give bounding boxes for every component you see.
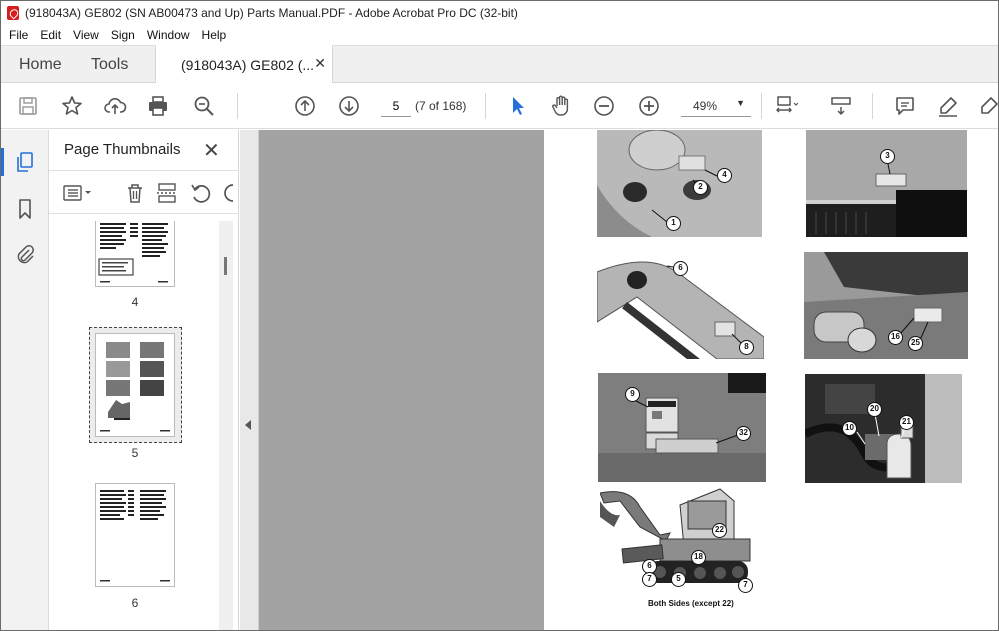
photo-decals: 9 32	[598, 373, 766, 482]
scrollbar-thumb[interactable]	[224, 257, 227, 275]
hand-tool-icon[interactable]	[548, 93, 574, 119]
callout-7-right: 7	[738, 578, 753, 593]
highlight-pen-icon[interactable]	[935, 93, 961, 119]
panel-title: Page Thumbnails	[64, 141, 181, 158]
upload-cloud-icon[interactable]	[102, 93, 128, 119]
thumbnail-label: 6	[131, 596, 139, 610]
thumbnails-panel: Page Thumbnails ✕ 4 5 6	[49, 130, 239, 630]
thumbnail-toolbar	[49, 170, 239, 214]
menu-file[interactable]: File	[3, 28, 34, 42]
toolbar: (7 of 168) 49% ▼	[1, 83, 998, 129]
panel-collapse-strip[interactable]	[240, 130, 259, 630]
toolbar-divider	[237, 93, 238, 119]
zoom-out-icon[interactable]	[591, 93, 617, 119]
tab-home[interactable]: Home	[19, 46, 62, 83]
thumbnail-page-4[interactable]	[95, 221, 175, 287]
select-cursor-icon[interactable]	[505, 93, 531, 119]
callout-25: 25	[908, 336, 923, 351]
callout-1: 1	[666, 216, 681, 231]
page-fit-icon[interactable]	[773, 93, 799, 119]
thumbnail-label: 4	[131, 295, 139, 309]
close-icon[interactable]: ✕	[203, 138, 220, 163]
callout-5: 5	[671, 572, 686, 587]
callout-3: 3	[880, 149, 895, 164]
scrolling-mode-icon[interactable]	[828, 93, 854, 119]
comment-icon[interactable]	[892, 93, 918, 119]
toolbar-divider	[485, 93, 486, 119]
callout-20: 20	[867, 402, 882, 417]
zoom-dropdown[interactable]: 49% ▼	[681, 95, 751, 117]
acrobat-logo-icon	[7, 6, 19, 20]
thumbnail-list: 4 5 6	[49, 221, 239, 630]
bookmarks-icon[interactable]	[13, 197, 37, 221]
toolbar-divider	[761, 93, 762, 119]
tab-tools[interactable]: Tools	[91, 46, 128, 83]
callout-22: 22	[712, 523, 727, 538]
thumbnail-label: 5	[131, 446, 139, 460]
menu-sign[interactable]: Sign	[105, 28, 141, 42]
photo-boom: 6 8	[597, 252, 764, 359]
pdf-page: 1 2 4 3 6 8 16 25 9 32 10 20 21 22 6 18 …	[544, 130, 998, 630]
tab-bar: Home Tools (918043A) GE802 (... ✕	[1, 45, 998, 84]
tab-document-label: (918043A) GE802 (...	[181, 56, 315, 73]
callout-16: 16	[888, 330, 903, 345]
extract-pages-icon[interactable]	[155, 181, 179, 205]
zoom-in-icon[interactable]	[636, 93, 662, 119]
attachments-icon[interactable]	[13, 243, 37, 267]
rotate-page-icon[interactable]	[189, 181, 213, 205]
callout-21: 21	[899, 415, 914, 430]
menu-view[interactable]: View	[67, 28, 105, 42]
menu-edit[interactable]: Edit	[34, 28, 67, 42]
toolbar-divider	[872, 93, 873, 119]
callout-10: 10	[842, 421, 857, 436]
delete-trash-icon[interactable]	[123, 181, 147, 205]
tab-document[interactable]: (918043A) GE802 (... ✕	[155, 45, 333, 84]
tab-close-icon[interactable]: ✕	[314, 55, 326, 72]
left-rail	[1, 130, 49, 630]
window-title: (918043A) GE802 (SN AB00473 and Up) Part…	[25, 6, 518, 20]
page-number-input[interactable]	[381, 95, 411, 117]
print-icon[interactable]	[145, 93, 171, 119]
photo-seat-area: 16 25	[804, 252, 968, 359]
zoom-value: 49%	[693, 99, 718, 113]
menu-bar: File Edit View Sign Window Help	[1, 25, 998, 45]
zoom-search-icon[interactable]	[191, 93, 217, 119]
page-thumbnails-icon[interactable]	[13, 150, 37, 174]
callout-32: 32	[736, 426, 751, 441]
save-icon[interactable]	[15, 93, 41, 119]
document-view[interactable]: 1 2 4 3 6 8 16 25 9 32 10 20 21 22 6 18 …	[240, 130, 998, 630]
rail-active-indicator	[1, 148, 4, 176]
title-bar: (918043A) GE802 (SN AB00473 and Up) Part…	[1, 1, 998, 25]
photo-fuel-tank: 1 2 4	[597, 130, 762, 237]
thumbnail-scrollbar[interactable]	[219, 221, 233, 630]
menu-help[interactable]: Help	[196, 28, 233, 42]
callout-8: 8	[739, 340, 754, 355]
callout-4: 4	[717, 168, 732, 183]
callout-2: 2	[693, 180, 708, 195]
chevron-down-icon: ▼	[736, 98, 745, 108]
thumbnail-page-5[interactable]	[95, 333, 175, 437]
photo-panel: 3	[806, 130, 967, 237]
collapse-left-icon[interactable]	[245, 420, 251, 430]
bookmark-star-icon[interactable]	[59, 93, 85, 119]
draw-sign-icon[interactable]	[976, 93, 998, 119]
menu-window[interactable]: Window	[141, 28, 196, 42]
next-page-icon[interactable]	[336, 93, 362, 119]
previous-page-icon[interactable]	[292, 93, 318, 119]
photo-engine-bay: 10 20 21	[805, 374, 962, 483]
callout-18: 18	[691, 550, 706, 565]
callout-6: 6	[673, 261, 688, 276]
more-tools-icon[interactable]	[221, 181, 233, 205]
callout-7-left: 7	[642, 572, 657, 587]
thumbnail-page-6[interactable]	[95, 483, 175, 587]
callout-9: 9	[625, 387, 640, 402]
figure-caption: Both Sides (except 22)	[648, 599, 734, 608]
acrobat-window: (918043A) GE802 (SN AB00473 and Up) Part…	[0, 0, 999, 631]
options-menu-icon[interactable]	[63, 181, 91, 205]
page-count: (7 of 168)	[415, 99, 467, 113]
photo-excavator: 22 6 18 7 5 7	[600, 487, 760, 595]
